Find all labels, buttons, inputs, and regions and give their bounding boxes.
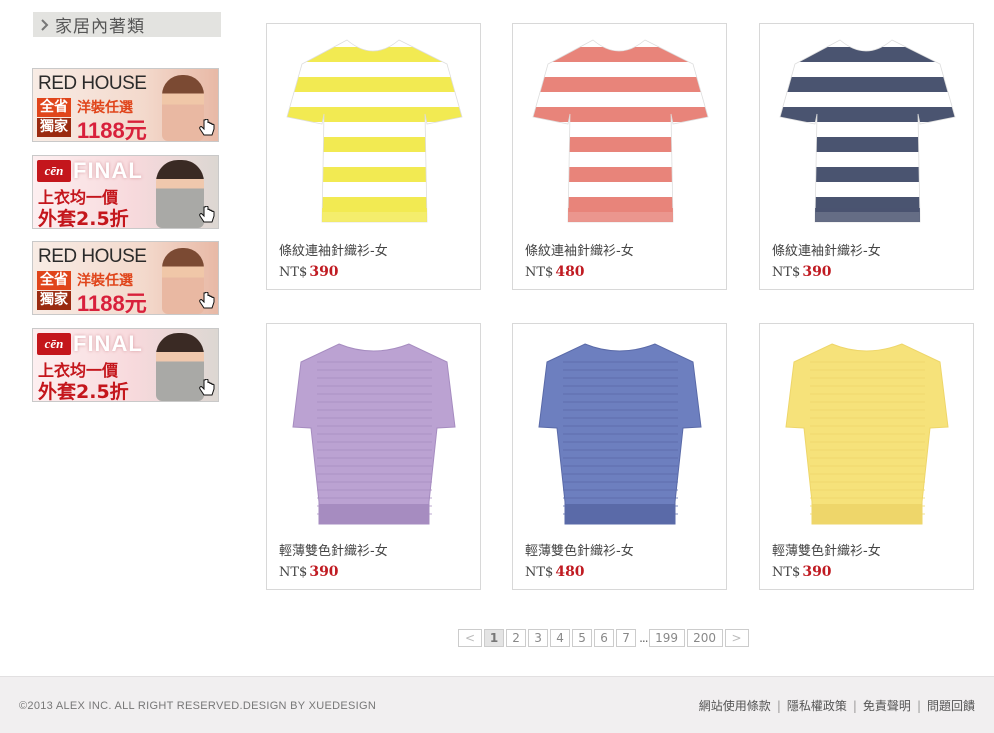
page-button[interactable]: 3 <box>528 629 549 647</box>
hand-cursor-icon <box>199 379 215 396</box>
price-value: 480 <box>555 264 585 280</box>
banner-final[interactable]: cēn FINAL 上衣均一價 外套2.5折 <box>32 155 219 229</box>
price-value: 390 <box>802 264 832 280</box>
footer-link-feedback[interactable]: 問題回饋 <box>927 697 975 714</box>
footer-link-terms[interactable]: 網站使用條款 <box>699 697 771 714</box>
product-name[interactable]: 輕薄雙色針織衫-女 <box>772 540 881 559</box>
page-button[interactable]: 1 <box>484 629 505 647</box>
product-image[interactable] <box>523 332 716 532</box>
product-card[interactable]: 條紋連袖針織衫-女 NT$ 390 <box>759 23 974 290</box>
product-name[interactable]: 條紋連袖針織衫-女 <box>525 240 634 259</box>
price-currency: NT$ <box>772 265 801 280</box>
price-currency: NT$ <box>525 565 554 580</box>
price-value: 480 <box>555 564 585 580</box>
banner-red-house[interactable]: RED HOUSE 全省 獨家 洋裝任選 1188元 <box>32 241 219 315</box>
product-price: NT$ 390 <box>279 564 339 580</box>
chevron-right-icon <box>41 18 49 31</box>
banner-price: 1188元 <box>77 118 147 142</box>
category-title: 家居內著類 <box>55 17 145 37</box>
page-button[interactable]: 200 <box>686 629 723 647</box>
banner-logo: cēn <box>37 160 71 182</box>
banner-badge: 全省 <box>37 271 71 290</box>
prev-page-button[interactable]: < <box>458 629 483 647</box>
product-image[interactable] <box>770 32 963 232</box>
banner-badge: 全省 <box>37 98 71 117</box>
banner-price: 1188元 <box>77 291 147 315</box>
product-image[interactable] <box>277 332 470 532</box>
price-value: 390 <box>309 564 339 580</box>
product-name[interactable]: 輕薄雙色針織衫-女 <box>279 540 388 559</box>
price-currency: NT$ <box>279 565 308 580</box>
price-currency: NT$ <box>279 265 308 280</box>
model-photo <box>156 160 204 228</box>
banner-brand: RED HOUSE <box>38 73 147 94</box>
banner-brand: RED HOUSE <box>38 246 147 267</box>
product-price: NT$ 390 <box>772 264 832 280</box>
product-image[interactable] <box>770 332 963 532</box>
footer-links: 網站使用條款 | 隱私權政策 | 免責聲明 | 問題回饋 <box>699 697 975 714</box>
banner-final[interactable]: cēn FINAL 上衣均一價 外套2.5折 <box>32 328 219 402</box>
product-card[interactable]: 輕薄雙色針織衫-女 NT$ 480 <box>512 323 727 590</box>
product-price: NT$ 390 <box>772 564 832 580</box>
separator: | <box>852 698 857 713</box>
category-header: 家居內著類 <box>33 12 221 37</box>
product-card[interactable]: 輕薄雙色針織衫-女 NT$ 390 <box>266 323 481 590</box>
product-price: NT$ 480 <box>525 264 585 280</box>
product-image[interactable] <box>523 32 716 232</box>
banner-brand: FINAL <box>73 158 143 183</box>
banner-badge: 獨家 <box>37 118 71 137</box>
product-card[interactable]: 條紋連袖針織衫-女 NT$ 480 <box>512 23 727 290</box>
product-price: NT$ 480 <box>525 564 585 580</box>
product-card[interactable]: 輕薄雙色針織衫-女 NT$ 390 <box>759 323 974 590</box>
hand-cursor-icon <box>199 206 215 223</box>
banner-badge: 獨家 <box>37 291 71 310</box>
separator: | <box>776 698 781 713</box>
model-photo <box>162 75 204 141</box>
price-currency: NT$ <box>772 565 801 580</box>
banner-line2: 外套2.5折 <box>38 381 129 402</box>
product-card[interactable]: 條紋連袖針織衫-女 NT$ 390 <box>266 23 481 290</box>
page-button[interactable]: 6 <box>594 629 615 647</box>
price-value: 390 <box>309 264 339 280</box>
page-button[interactable]: 4 <box>550 629 571 647</box>
hand-cursor-icon <box>199 292 215 309</box>
product-name[interactable]: 輕薄雙色針織衫-女 <box>525 540 634 559</box>
banner-logo: cēn <box>37 333 71 355</box>
footer-link-privacy[interactable]: 隱私權政策 <box>787 697 847 714</box>
product-name[interactable]: 條紋連袖針織衫-女 <box>279 240 388 259</box>
price-currency: NT$ <box>525 265 554 280</box>
hand-cursor-icon <box>199 119 215 136</box>
footer: ©2013 ALEX INC. ALL RIGHT RESERVED.DESIG… <box>0 676 994 733</box>
page-button[interactable]: 2 <box>506 629 527 647</box>
pagination-ellipsis: ... <box>639 631 649 645</box>
copyright-text: ©2013 ALEX INC. ALL RIGHT RESERVED.DESIG… <box>19 700 377 712</box>
separator: | <box>916 698 921 713</box>
price-value: 390 <box>802 564 832 580</box>
product-image[interactable] <box>277 32 470 232</box>
product-name[interactable]: 條紋連袖針織衫-女 <box>772 240 881 259</box>
footer-link-disclaimer[interactable]: 免責聲明 <box>863 697 911 714</box>
page-button[interactable]: 5 <box>572 629 593 647</box>
model-photo <box>156 333 204 401</box>
page-button[interactable]: 199 <box>648 629 685 647</box>
banner-red-house[interactable]: RED HOUSE 全省 獨家 洋裝任選 1188元 <box>32 68 219 142</box>
model-photo <box>162 248 204 314</box>
pagination: < 1 2 3 4 5 6 7 ... 199 200 > <box>458 628 751 648</box>
banner-brand: FINAL <box>73 331 143 356</box>
product-price: NT$ 390 <box>279 264 339 280</box>
next-page-button[interactable]: > <box>724 629 749 647</box>
page-button[interactable]: 7 <box>616 629 637 647</box>
banner-line2: 外套2.5折 <box>38 208 129 229</box>
